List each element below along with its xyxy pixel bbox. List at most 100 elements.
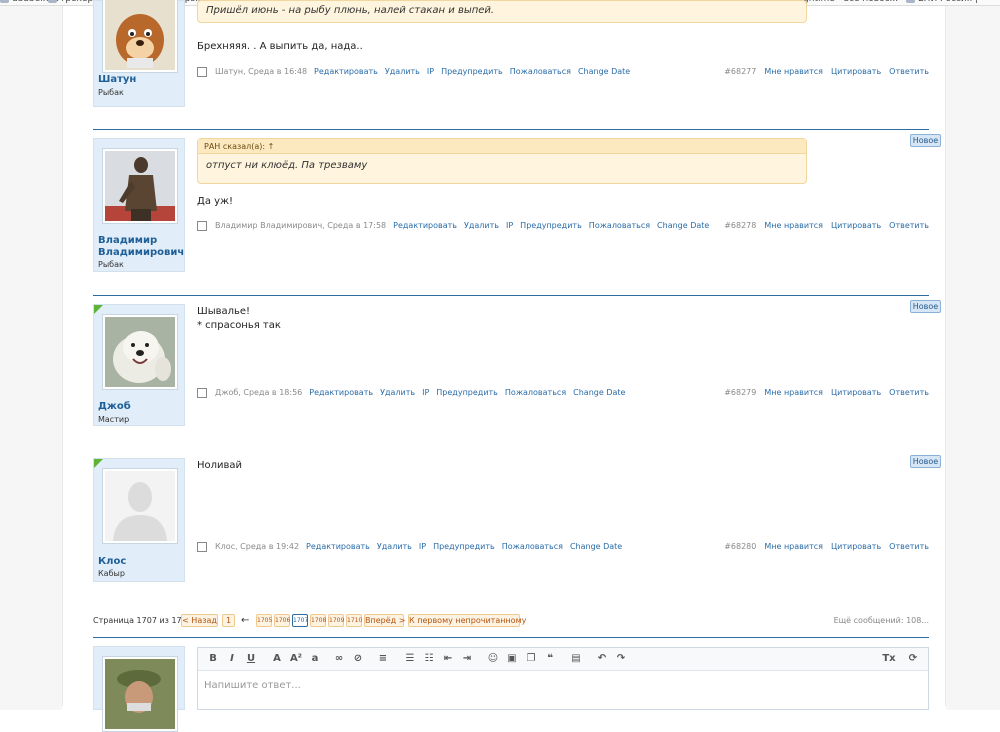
media-icon[interactable]: ❐: [524, 652, 538, 666]
post-author-date[interactable]: Джоб, Среда в 18:56: [215, 388, 302, 397]
reply-link[interactable]: Ответить: [889, 221, 929, 230]
delete-link[interactable]: Удалить: [380, 388, 415, 397]
like-link[interactable]: Мне нравится: [764, 542, 823, 551]
bullet-list-icon[interactable]: ☰: [403, 652, 417, 666]
report-link[interactable]: Пожаловаться: [510, 67, 571, 76]
font-size-icon[interactable]: A²: [289, 652, 303, 666]
edit-link[interactable]: Редактировать: [314, 67, 378, 76]
prev-page-button[interactable]: < Назад: [181, 614, 218, 627]
edit-link[interactable]: Редактировать: [393, 221, 457, 230]
username[interactable]: Шатун: [98, 74, 136, 86]
warn-link[interactable]: Предупредить: [520, 221, 582, 230]
reply-link[interactable]: Ответить: [889, 388, 929, 397]
select-checkbox[interactable]: [197, 67, 207, 77]
warn-link[interactable]: Предупредить: [433, 542, 495, 551]
select-checkbox[interactable]: [197, 542, 207, 552]
page-link[interactable]: 1710: [346, 614, 362, 627]
more-messages[interactable]: Ещё сообщений: 108...: [834, 614, 929, 628]
like-link[interactable]: Мне нравится: [764, 221, 823, 230]
reply-link[interactable]: Ответить: [889, 67, 929, 76]
link-icon[interactable]: ∞: [332, 652, 346, 666]
smilies-icon[interactable]: ☺: [486, 652, 500, 666]
edit-link[interactable]: Редактировать: [309, 388, 373, 397]
username[interactable]: Клос: [98, 556, 126, 568]
report-link[interactable]: Пожаловаться: [589, 221, 650, 230]
quote-link[interactable]: Цитировать: [831, 388, 881, 397]
unlink-icon[interactable]: ⊘: [351, 652, 365, 666]
select-checkbox[interactable]: [197, 221, 207, 231]
page-link-first[interactable]: 1: [222, 614, 235, 627]
avatar[interactable]: [102, 314, 178, 390]
toggle-bbcode-icon[interactable]: ⟳: [906, 652, 920, 666]
bold-icon[interactable]: B: [206, 652, 220, 666]
avatar[interactable]: [102, 0, 178, 73]
next-page-button[interactable]: Вперёд >: [364, 614, 405, 627]
quote-link[interactable]: Цитировать: [831, 221, 881, 230]
remove-format-icon[interactable]: Tx: [882, 652, 896, 666]
reply-user-block: [93, 646, 185, 732]
select-checkbox[interactable]: [197, 388, 207, 398]
like-link[interactable]: Мне нравится: [764, 388, 823, 397]
page-link-current[interactable]: 1707: [292, 614, 308, 627]
edit-link[interactable]: Редактировать: [306, 542, 370, 551]
quote-link[interactable]: Цитировать: [831, 67, 881, 76]
like-link[interactable]: Мне нравится: [764, 67, 823, 76]
bear-avatar-image: [105, 0, 175, 70]
avatar[interactable]: [102, 656, 178, 732]
warn-link[interactable]: Предупредить: [436, 388, 498, 397]
redo-icon[interactable]: ↷: [614, 652, 628, 666]
username[interactable]: Владимир Владимирович: [98, 235, 184, 259]
quote-text: отпуст ни клюёд. Па трезваму: [206, 160, 368, 171]
report-link[interactable]: Пожаловаться: [502, 542, 563, 551]
delete-link[interactable]: Удалить: [377, 542, 412, 551]
change-date-link[interactable]: Change Date: [573, 388, 625, 397]
post-number[interactable]: #68279: [724, 388, 756, 397]
avatar[interactable]: [102, 148, 178, 224]
text-color-icon[interactable]: A: [270, 652, 284, 666]
delete-link[interactable]: Удалить: [464, 221, 499, 230]
post-author-date[interactable]: Владимир Владимирович, Среда в 17:58: [215, 221, 386, 230]
username-line2[interactable]: Владимирович: [98, 247, 184, 259]
post-author-date[interactable]: Клос, Среда в 19:42: [215, 542, 299, 551]
username-line1[interactable]: Владимир: [98, 235, 184, 247]
underline-icon[interactable]: U: [244, 652, 258, 666]
ip-link[interactable]: IP: [419, 542, 426, 551]
page-link[interactable]: 1706: [274, 614, 290, 627]
change-date-link[interactable]: Change Date: [570, 542, 622, 551]
change-date-link[interactable]: Change Date: [657, 221, 709, 230]
post-number[interactable]: #68278: [724, 221, 756, 230]
bookmark-item[interactable]: трекер: [48, 0, 93, 4]
warn-link[interactable]: Предупредить: [441, 67, 503, 76]
quote-link[interactable]: Цитировать: [831, 542, 881, 551]
quote-icon[interactable]: ❝: [543, 652, 557, 666]
page-link[interactable]: 1708: [310, 614, 326, 627]
drafts-icon[interactable]: ▤: [569, 652, 583, 666]
outdent-icon[interactable]: ⇤: [441, 652, 455, 666]
font-family-icon[interactable]: a: [308, 652, 322, 666]
post-number[interactable]: #68277: [724, 67, 756, 76]
number-list-icon[interactable]: ☷: [422, 652, 436, 666]
indent-icon[interactable]: ⇥: [460, 652, 474, 666]
quote-header[interactable]: РАН сказал(а): ↑: [198, 139, 806, 154]
reply-input[interactable]: Напишите ответ...: [204, 680, 301, 691]
ip-link[interactable]: IP: [427, 67, 434, 76]
ip-link[interactable]: IP: [506, 221, 513, 230]
change-date-link[interactable]: Change Date: [578, 67, 630, 76]
statue-avatar-image: [105, 151, 175, 221]
editor-toolbar: B I U A A² a ∞ ⊘ ≡ ☰ ☷ ⇤ ⇥ ☺ ▣ ❐ ❝ ▤ ↶ ↷ Tx ⟳: [198, 648, 928, 671]
post-number[interactable]: #68280: [724, 542, 756, 551]
image-icon[interactable]: ▣: [505, 652, 519, 666]
avatar[interactable]: [102, 468, 178, 544]
italic-icon[interactable]: I: [225, 652, 239, 666]
page-link[interactable]: 1709: [328, 614, 344, 627]
align-icon[interactable]: ≡: [376, 652, 390, 666]
delete-link[interactable]: Удалить: [385, 67, 420, 76]
undo-icon[interactable]: ↶: [595, 652, 609, 666]
first-unread-button[interactable]: К первому непрочитанному: [408, 614, 526, 627]
post-author-date[interactable]: Шатун, Среда в 16:48: [215, 67, 307, 76]
report-link[interactable]: Пожаловаться: [505, 388, 566, 397]
username[interactable]: Джоб: [98, 401, 131, 413]
page-link[interactable]: 1705: [256, 614, 272, 627]
reply-link[interactable]: Ответить: [889, 542, 929, 551]
ip-link[interactable]: IP: [422, 388, 429, 397]
